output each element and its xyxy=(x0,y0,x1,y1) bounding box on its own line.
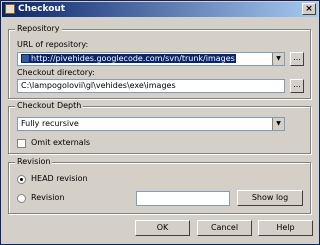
cancel-button[interactable]: Cancel xyxy=(197,220,252,236)
checkout-depth-group: Checkout Depth Fully recursive ▼ Omit ex… xyxy=(8,101,311,154)
checkout-dir-input[interactable]: C:\lampogolovii\gl\vehides\exe\images xyxy=(17,79,285,93)
url-combobox[interactable]: http://pivehides.googlecode.com/svn/trun… xyxy=(17,52,285,66)
url-value: http://pivehides.googlecode.com/svn/trun… xyxy=(31,54,235,63)
head-revision-label[interactable]: HEAD revision xyxy=(31,174,88,184)
checkout-dialog: Checkout × Repository URL of repository:… xyxy=(0,0,320,245)
depth-selected-value: Fully recursive xyxy=(21,119,79,128)
tortoise-app-icon xyxy=(5,4,15,14)
url-label: URL of repository: xyxy=(17,40,89,49)
revision-label[interactable]: Revision xyxy=(31,193,64,203)
window-title: Checkout xyxy=(18,4,66,14)
close-button[interactable]: × xyxy=(302,3,316,15)
title-bar[interactable]: Checkout × xyxy=(2,2,318,17)
ok-button[interactable]: OK xyxy=(135,220,190,236)
revision-group: Revision HEAD revision Revision Show log xyxy=(8,157,311,214)
show-log-button[interactable]: Show log xyxy=(237,190,303,206)
depth-dropdown-arrow-icon[interactable]: ▼ xyxy=(272,118,284,130)
checkout-dir-label: Checkout directory: xyxy=(17,68,95,77)
url-browse-button[interactable]: ... xyxy=(290,52,304,66)
omit-externals-checkbox[interactable] xyxy=(17,139,26,148)
url-icon xyxy=(22,55,29,62)
help-button[interactable]: Help xyxy=(258,220,313,236)
head-revision-radio[interactable] xyxy=(17,175,26,184)
revision-group-title: Revision xyxy=(15,157,53,167)
repository-group: Repository URL of repository: http://piv… xyxy=(8,24,311,99)
depth-select[interactable]: Fully recursive ▼ xyxy=(17,117,285,131)
dir-browse-button[interactable]: ... xyxy=(290,79,304,93)
revision-radio[interactable] xyxy=(17,194,26,203)
repository-group-title: Repository xyxy=(15,24,62,34)
omit-externals-label[interactable]: Omit externals xyxy=(31,138,90,148)
revision-input[interactable] xyxy=(136,191,230,206)
depth-group-title: Checkout Depth xyxy=(15,101,84,111)
url-dropdown-arrow-icon[interactable]: ▼ xyxy=(272,53,284,65)
